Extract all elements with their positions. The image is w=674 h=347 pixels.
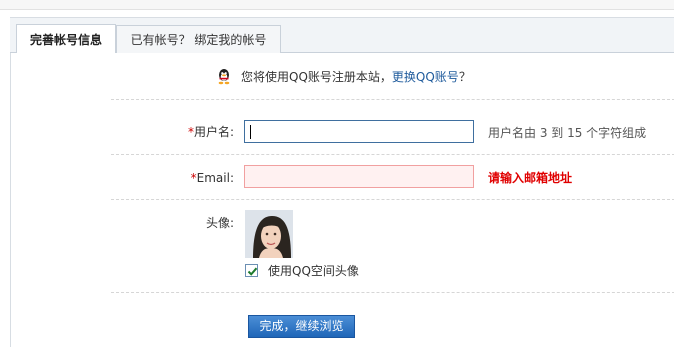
- tab-bind-existing-account[interactable]: 已有帐号？ 绑定我的帐号: [116, 25, 281, 54]
- checkmark-icon: [247, 267, 258, 276]
- avatar-label: 头像:: [205, 216, 234, 230]
- qq-register-notice: 您将使用QQ账号注册本站， 更换QQ账号 ？: [216, 67, 471, 85]
- email-error-message: 请输入邮箱地址: [488, 171, 573, 185]
- divider: [111, 292, 674, 293]
- notice-text: 您将使用QQ账号注册本站，: [241, 69, 392, 84]
- change-qq-account-link[interactable]: 更换QQ账号: [392, 68, 459, 85]
- use-qzone-avatar-label[interactable]: 使用QQ空间头像: [268, 262, 359, 279]
- email-input[interactable]: [244, 165, 474, 188]
- tab-strip: 完善帐号信息 已有帐号？ 绑定我的帐号: [10, 17, 674, 55]
- username-label: *用户名:: [187, 125, 234, 139]
- qq-penguin-icon: [216, 68, 232, 85]
- registration-form: 您将使用QQ账号注册本站， 更换QQ账号 ？ *用户名: 用户名由 3 到 15…: [10, 53, 674, 347]
- email-label: *Email:: [190, 171, 234, 185]
- divider: [111, 199, 674, 200]
- username-input[interactable]: [244, 120, 474, 143]
- use-qzone-avatar-checkbox[interactable]: [245, 264, 258, 277]
- text-caret: [250, 125, 251, 139]
- avatar-image: [245, 210, 293, 258]
- top-bar: [0, 0, 674, 10]
- notice-suffix: ？: [458, 69, 471, 84]
- tab-complete-account-info[interactable]: 完善帐号信息: [16, 24, 116, 55]
- submit-continue-button[interactable]: 完成，继续浏览: [248, 315, 355, 338]
- divider: [111, 154, 674, 155]
- divider: [111, 99, 674, 100]
- username-hint: 用户名由 3 到 15 个字符组成: [488, 126, 647, 140]
